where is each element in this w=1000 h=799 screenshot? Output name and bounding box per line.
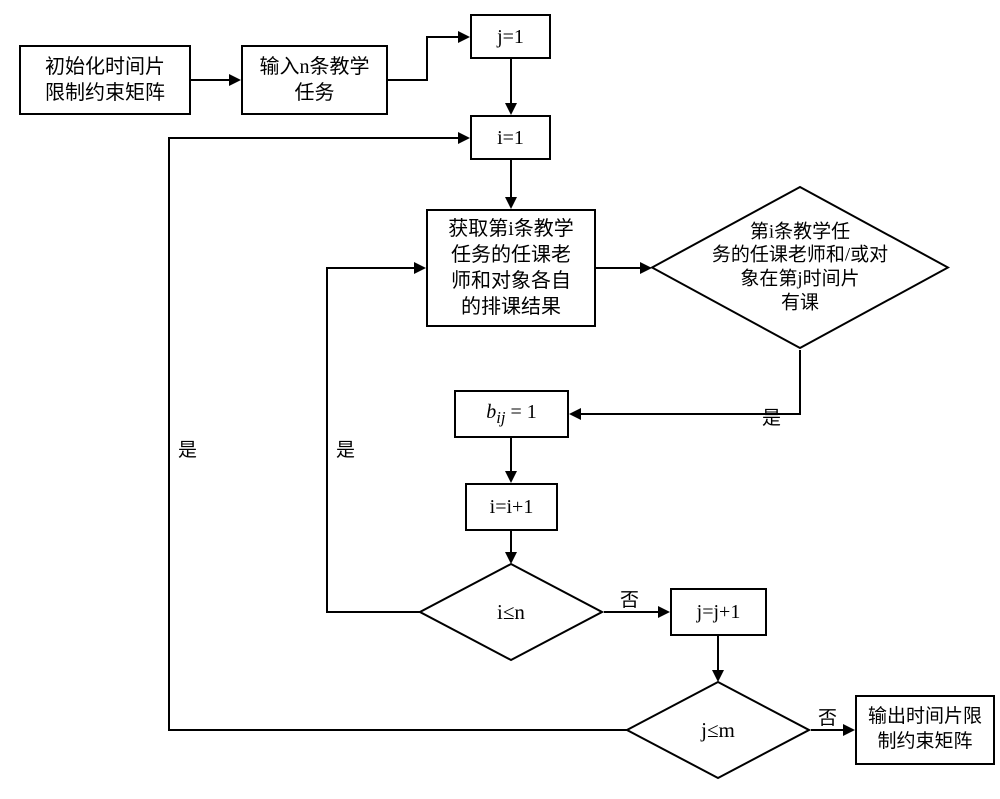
arrow-input-to-j1-v xyxy=(426,36,428,81)
arrow-jinc-to-diamond3 xyxy=(717,636,719,670)
diamond-check-conflict: 第i条教学任务的任课老师和/或对象在第j时间片有课 xyxy=(650,185,950,350)
label-diamond3-no: 否 xyxy=(818,703,837,730)
diamond-i-le-n: i≤n xyxy=(418,562,604,662)
label-diamond3-yes: 是 xyxy=(178,435,197,462)
diamond-i-le-n-text: i≤n xyxy=(437,599,586,625)
arrow-diamond2-yes-h2 xyxy=(326,267,414,269)
arrow-input-to-j1-h2 xyxy=(426,36,458,38)
diamond-j-le-m: j≤m xyxy=(625,680,811,780)
arrow-i1-to-get xyxy=(510,160,512,197)
box-get-results: 获取第i条教学任务的任课老师和对象各自的排课结果 xyxy=(426,209,596,327)
arrow-jinc-to-diamond3-head xyxy=(712,670,724,682)
diamond-j-le-m-text: j≤m xyxy=(644,717,793,743)
arrow-diamond3-yes-head xyxy=(458,132,470,144)
label-diamond2-no: 否 xyxy=(620,585,639,612)
label-diamond2-yes: 是 xyxy=(336,435,355,462)
arrow-iinc-to-diamond2-head xyxy=(505,552,517,564)
arrow-init-to-input xyxy=(191,79,229,81)
box-input-tasks: 输入n条教学任务 xyxy=(241,45,388,115)
box-i-inc: i=i+1 xyxy=(465,483,558,531)
arrow-diamond3-yes-h1 xyxy=(168,729,627,731)
arrow-diamond1-yes-v xyxy=(799,350,801,413)
arrow-j1-to-i1 xyxy=(510,59,512,103)
arrow-diamond1-yes-head xyxy=(569,408,581,420)
arrow-diamond2-yes-h1 xyxy=(326,611,420,613)
box-output-matrix: 输出时间片限制约束矩阵 xyxy=(855,695,995,765)
label-diamond1-yes: 是 xyxy=(762,403,781,430)
arrow-j1-to-i1-head xyxy=(505,103,517,115)
arrow-get-to-diamond1 xyxy=(596,267,640,269)
arrow-bij-to-iinc xyxy=(510,438,512,471)
box-init-matrix: 初始化时间片限制约束矩阵 xyxy=(19,45,191,115)
arrow-diamond3-no-head xyxy=(843,724,855,736)
bij-text: bij = 1 xyxy=(486,399,537,429)
box-i-eq-1: i=1 xyxy=(470,115,551,160)
arrow-get-to-diamond1-head xyxy=(640,262,652,274)
arrow-input-to-j1-h1 xyxy=(388,79,428,81)
arrow-diamond3-yes-h2 xyxy=(168,137,458,139)
arrow-diamond2-yes-v xyxy=(326,267,328,613)
box-j-eq-1: j=1 xyxy=(470,14,551,59)
arrow-input-to-j1-head xyxy=(458,31,470,43)
box-j-inc: j=j+1 xyxy=(670,588,767,636)
arrow-diamond3-yes-v xyxy=(168,137,170,731)
diamond-check-conflict-text: 第i条教学任务的任课老师和/或对象在第j时间片有课 xyxy=(680,220,920,315)
arrow-bij-to-iinc-head xyxy=(505,471,517,483)
arrow-diamond2-yes-head xyxy=(414,262,426,274)
arrow-iinc-to-diamond2 xyxy=(510,531,512,552)
arrow-init-to-input-head xyxy=(229,74,241,86)
box-bij-eq-1: bij = 1 xyxy=(454,390,569,438)
arrow-diamond2-no-head xyxy=(658,606,670,618)
arrow-i1-to-get-head xyxy=(505,197,517,209)
